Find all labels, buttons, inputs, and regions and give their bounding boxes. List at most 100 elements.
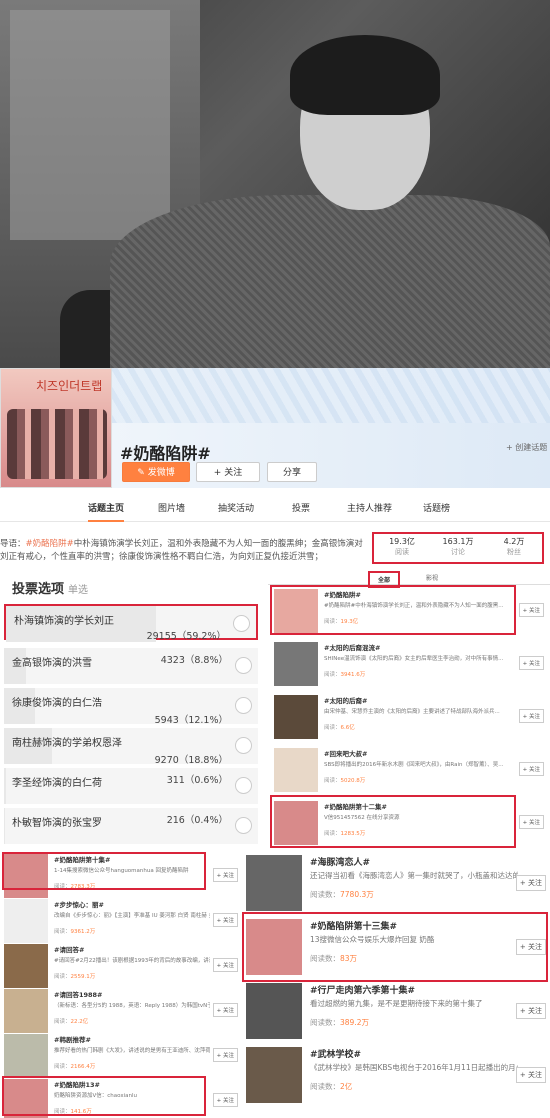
vote-option[interactable]: 朴敏智饰演的张宝罗 216（0.4%） <box>4 808 258 844</box>
post-weibo-button[interactable]: ✎ 发微博 <box>122 462 190 482</box>
highlight-frame <box>270 585 516 635</box>
vote-option-name: 朴敏智饰演的张宝罗 <box>12 818 102 829</box>
tab-lottery[interactable]: 抽奖活动 <box>218 501 254 514</box>
topic-item-reads: 阅读：2166.4万 <box>54 1064 96 1070</box>
radio-button[interactable] <box>235 737 252 754</box>
vote-option-count: 311（0.6%） <box>166 775 228 786</box>
hair-shape <box>290 35 440 115</box>
topic-item-title[interactable]: #回来吧大叔# <box>324 748 367 758</box>
topic-item-title[interactable]: #武林学校# <box>310 1047 361 1060</box>
radio-button[interactable] <box>235 657 252 674</box>
follow-topic-button[interactable]: + 关注 <box>212 1093 238 1107</box>
tab-host-picks[interactable]: 主持人推荐 <box>347 501 392 514</box>
topic-item-title[interactable]: #行尸走肉第六季第十集# <box>310 983 415 996</box>
topic-thumbnail[interactable] <box>4 1034 48 1078</box>
highlight-frame <box>242 912 548 982</box>
topic-item-desc: 《武林学校》是韩国KBS电视台于2016年1月11日起播出的月火连续剧 <box>310 1063 518 1072</box>
topic-item-title[interactable]: #请回答# <box>54 944 84 954</box>
header-pattern <box>110 368 550 423</box>
vote-bar-fill <box>4 768 6 804</box>
topic-thumbnail[interactable] <box>246 983 302 1039</box>
highlight-frame <box>2 852 206 890</box>
topic-item-desc: 由宋仲基、宋慧乔主演的《太阳的后裔》主要讲述了特战部队海外派兵... <box>324 709 500 715</box>
topic-thumbnail[interactable] <box>4 899 48 943</box>
vote-option-count: 9270（18.8%） <box>154 755 228 766</box>
cover-title: 치즈인더트랩 <box>36 379 103 393</box>
topic-thumbnail[interactable] <box>246 855 302 911</box>
stat-fans: 4.2万 粉丝 <box>503 537 525 556</box>
topic-nav: 话题主页 图片墙 抽奖活动 投票 主持人推荐 话题榜 <box>0 490 550 522</box>
follow-topic-button[interactable]: + 关注 <box>515 875 546 891</box>
follow-topic-button[interactable]: + 关注 <box>518 815 544 829</box>
topic-thumbnail[interactable] <box>246 1047 302 1103</box>
follow-button[interactable]: + 关注 <box>196 462 260 482</box>
follow-topic-button[interactable]: + 关注 <box>212 868 238 882</box>
radio-button[interactable] <box>235 817 252 834</box>
vote-option[interactable]: 朴海镇饰演的学长刘正 29155（59.2%） <box>4 604 258 642</box>
topic-item-title[interactable]: #太阳的后裔# <box>324 695 367 705</box>
topic-cover-image[interactable]: 치즈인더트랩 <box>0 368 112 488</box>
radio-button[interactable] <box>235 697 252 714</box>
topic-list-item[interactable]: #海豚湾恋人# 还记得当初看《海豚湾恋人》第一集时就哭了，小瓶盖和达达的约定！ 阅读… <box>246 855 548 911</box>
topic-item-desc: 改编自《步步惊心：丽》【主演】李准基 IU 姜河那 白贤 南柱赫 金... <box>54 913 210 919</box>
topic-thumbnail[interactable] <box>274 695 318 739</box>
tab-vote[interactable]: 投票 <box>292 501 310 514</box>
radio-button[interactable] <box>233 615 250 632</box>
follow-topic-button[interactable]: + 关注 <box>518 762 544 776</box>
create-topic-link[interactable]: + 创建话题 <box>506 442 547 453</box>
topic-item-reads: 阅读数：2亿 <box>310 1082 353 1091</box>
topic-item-title[interactable]: #请回答1988# <box>54 989 102 999</box>
topic-list-item[interactable]: #太阳的后裔混流# SHINee温流饰演《太阳的后裔》女主的后辈医生李治勋，对中所… <box>274 642 546 696</box>
follow-topic-button[interactable]: + 关注 <box>212 958 238 972</box>
follow-topic-button[interactable]: + 关注 <box>515 1003 546 1019</box>
topic-thumbnail[interactable] <box>274 748 318 792</box>
topic-stats: 19.3亿 阅读 163.1万 讨论 4.2万 粉丝 <box>372 532 544 564</box>
topic-list-item[interactable]: #行尸走肉第六季第十集# 看过超燃的第九集，是不是更期待接下来的第十集了 阅读数：3… <box>246 983 548 1039</box>
topic-item-desc: （新标语：各型分5的 1988，英语：Reply 1988）为韩国tvN于201… <box>54 1003 210 1009</box>
follow-topic-button[interactable]: + 关注 <box>212 913 238 927</box>
tab-tv[interactable]: 影视 <box>418 571 446 584</box>
stat-reads: 19.3亿 阅读 <box>389 537 415 556</box>
vote-option-name: 徐康俊饰演的白仁浩 <box>12 698 102 709</box>
vote-option[interactable]: 金高银饰演的洪雪 4323（8.8%） <box>4 648 258 684</box>
vote-option[interactable]: 李圣经饰演的白仁荷 311（0.6%） <box>4 768 258 804</box>
topic-item-desc: SBS即将播出的2016年新水木剧《回来吧大叔》，由Rain（郑智薰）、吴... <box>324 762 504 768</box>
follow-topic-button[interactable]: + 关注 <box>212 1003 238 1017</box>
topic-title: #奶酪陷阱# <box>120 444 211 463</box>
follow-topic-button[interactable]: + 关注 <box>518 603 544 617</box>
vote-option-count: 29155（59.2%） <box>146 631 226 642</box>
topic-item-reads: 阅读数：389.2万 <box>310 1018 369 1027</box>
topic-item-desc: 还记得当初看《海豚湾恋人》第一集时就哭了，小瓶盖和达达的约定！ <box>310 871 518 880</box>
hero-photo <box>0 0 550 368</box>
tab-ranking[interactable]: 话题榜 <box>423 501 450 514</box>
topic-list-item[interactable]: #太阳的后裔# 由宋仲基、宋慧乔主演的《太阳的后裔》主要讲述了特战部队海外派兵..… <box>274 695 546 749</box>
tab-home[interactable]: 话题主页 <box>88 501 125 522</box>
topic-item-desc: 看过超燃的第九集，是不是更期待接下来的第十集了 <box>310 999 483 1008</box>
topic-item-title[interactable]: #太阳的后裔混流# <box>324 642 380 652</box>
vote-option[interactable]: 徐康俊饰演的白仁浩 5943（12.1%） <box>4 688 258 726</box>
cover-cast-image <box>7 409 107 479</box>
topic-thumbnail[interactable] <box>274 642 318 686</box>
follow-topic-button[interactable]: + 关注 <box>515 1067 546 1083</box>
topic-item-title[interactable]: #海豚湾恋人# <box>310 855 370 868</box>
radio-button[interactable] <box>235 777 252 794</box>
vote-option-count: 4323（8.8%） <box>160 655 228 666</box>
topic-thumbnail[interactable] <box>4 944 48 988</box>
topic-item-title[interactable]: #韩剧推荐# <box>54 1034 91 1044</box>
guide-topic-link[interactable]: #奶酪陷阱# <box>26 539 74 549</box>
follow-topic-button[interactable]: + 关注 <box>518 709 544 723</box>
share-button[interactable]: 分享 <box>267 462 317 482</box>
topic-item-reads: 阅读：22.2亿 <box>54 1019 89 1025</box>
topic-item-desc: SHINee温流饰演《太阳的后裔》女主的后辈医生李治勋，对中所有事情... <box>324 656 504 662</box>
vote-option-count: 216（0.4%） <box>166 815 228 826</box>
vote-option[interactable]: 南柱赫饰演的学弟权恩泽 9270（18.8%） <box>4 728 258 766</box>
topic-list-item[interactable]: #武林学校# 《武林学校》是韩国KBS电视台于2016年1月11日起播出的月火连续… <box>246 1047 548 1103</box>
tab-photos[interactable]: 图片墙 <box>158 501 185 514</box>
highlight-frame <box>270 795 516 848</box>
topic-thumbnail[interactable] <box>4 989 48 1033</box>
edit-icon: ✎ <box>137 468 148 478</box>
follow-topic-button[interactable]: + 关注 <box>518 656 544 670</box>
topic-list-item[interactable]: #回来吧大叔# SBS即将播出的2016年新水木剧《回来吧大叔》，由Rain（郑智… <box>274 748 546 802</box>
follow-topic-button[interactable]: + 关注 <box>212 1048 238 1062</box>
topic-item-title[interactable]: #步步惊心：丽# <box>54 899 104 909</box>
